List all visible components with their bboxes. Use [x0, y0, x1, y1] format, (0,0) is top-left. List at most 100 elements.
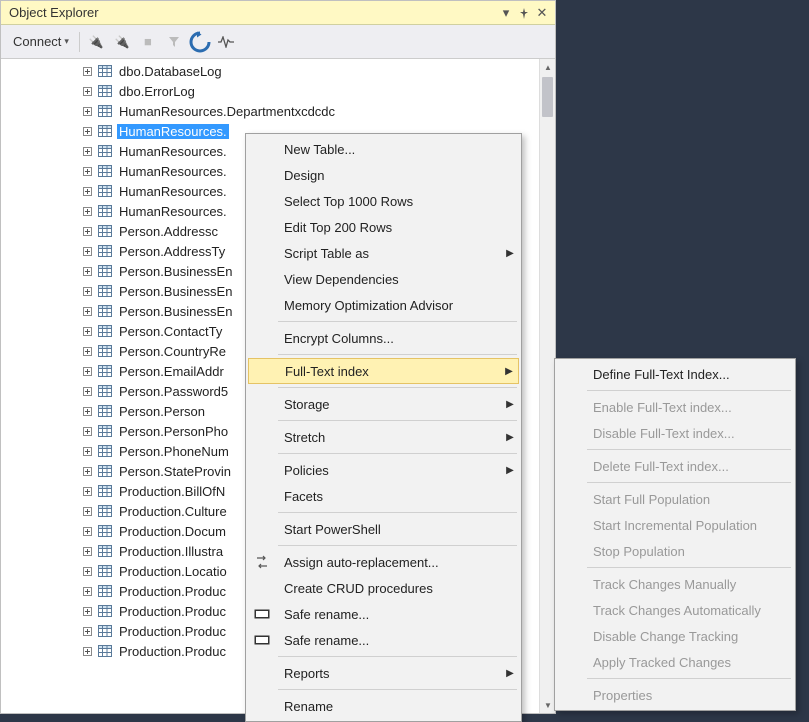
tree-item-label: HumanResources.Departmentxcdcdc: [117, 104, 337, 119]
expand-icon[interactable]: [81, 85, 93, 97]
menu-item-icon: [557, 538, 585, 564]
context-menu-item[interactable]: Policies▶: [248, 457, 519, 483]
expand-icon[interactable]: [81, 465, 93, 477]
context-menu-item[interactable]: Facets: [248, 483, 519, 509]
expand-icon[interactable]: [81, 65, 93, 77]
context-menu-item[interactable]: Storage▶: [248, 391, 519, 417]
expand-icon[interactable]: [81, 205, 93, 217]
expand-icon[interactable]: [81, 585, 93, 597]
context-menu-item[interactable]: Edit Top 200 Rows: [248, 214, 519, 240]
tree-item-label: HumanResources.: [117, 144, 229, 159]
context-menu-item[interactable]: Reports▶: [248, 660, 519, 686]
expand-icon[interactable]: [81, 425, 93, 437]
expand-icon[interactable]: [81, 305, 93, 317]
menu-item-label: Rename: [276, 699, 501, 714]
expand-icon[interactable]: [81, 285, 93, 297]
menu-separator: [278, 321, 517, 322]
context-menu-item[interactable]: Full-Text index▶: [248, 358, 519, 384]
menu-item-icon: [248, 516, 276, 542]
menu-item-icon: [557, 682, 585, 708]
expand-icon[interactable]: [81, 505, 93, 517]
context-menu-item[interactable]: Memory Optimization Advisor: [248, 292, 519, 318]
connect-object-icon[interactable]: 🔌: [84, 30, 108, 54]
expand-icon[interactable]: [81, 105, 93, 117]
context-menu-item[interactable]: Select Top 1000 Rows: [248, 188, 519, 214]
menu-separator: [278, 656, 517, 657]
expand-icon[interactable]: [81, 265, 93, 277]
menu-item-label: Start Incremental Population: [585, 518, 775, 533]
expand-icon[interactable]: [81, 525, 93, 537]
context-menu-fulltext[interactable]: Define Full-Text Index...Enable Full-Tex…: [554, 358, 796, 711]
menu-item-icon: [557, 453, 585, 479]
fulltext-menu-item: Delete Full-Text index...: [557, 453, 793, 479]
expand-icon[interactable]: [81, 145, 93, 157]
tree-item-label: Person.PersonPho: [117, 424, 230, 439]
fulltext-menu-item: Apply Tracked Changes: [557, 649, 793, 675]
window-position-icon[interactable]: ▾: [497, 4, 515, 22]
context-menu-item[interactable]: Safe rename...: [248, 627, 519, 653]
menu-item-icon: [557, 486, 585, 512]
table-icon: [97, 603, 113, 619]
expand-icon[interactable]: [81, 365, 93, 377]
table-icon: [97, 523, 113, 539]
scroll-down-icon[interactable]: ▼: [540, 697, 555, 713]
expand-icon[interactable]: [81, 245, 93, 257]
menu-item-icon: [557, 420, 585, 446]
context-menu-item[interactable]: Stretch▶: [248, 424, 519, 450]
tree-item[interactable]: HumanResources.Departmentxcdcdc: [1, 101, 539, 121]
table-icon: [97, 483, 113, 499]
expand-icon[interactable]: [81, 445, 93, 457]
menu-item-icon: [248, 240, 276, 266]
context-menu-item[interactable]: Encrypt Columns...: [248, 325, 519, 351]
expand-icon[interactable]: [81, 385, 93, 397]
expand-icon[interactable]: [81, 405, 93, 417]
expand-icon[interactable]: [81, 125, 93, 137]
fulltext-menu-item[interactable]: Define Full-Text Index...: [557, 361, 793, 387]
menu-item-icon: [557, 597, 585, 623]
expand-icon[interactable]: [81, 485, 93, 497]
tree-item[interactable]: dbo.ErrorLog: [1, 81, 539, 101]
context-menu-main[interactable]: New Table...DesignSelect Top 1000 RowsEd…: [245, 133, 522, 722]
expand-icon[interactable]: [81, 325, 93, 337]
tree-item[interactable]: dbo.DatabaseLog: [1, 61, 539, 81]
context-menu-item[interactable]: Safe rename...: [248, 601, 519, 627]
scroll-thumb[interactable]: [542, 77, 553, 117]
activity-icon[interactable]: [214, 30, 238, 54]
context-menu-item[interactable]: Create CRUD procedures: [248, 575, 519, 601]
pin-icon[interactable]: [515, 4, 533, 22]
refresh-icon[interactable]: [188, 30, 212, 54]
tree-item-label: HumanResources.: [117, 204, 229, 219]
context-menu-item[interactable]: New Table...: [248, 136, 519, 162]
expand-icon[interactable]: [81, 225, 93, 237]
stop-icon: ■: [136, 30, 160, 54]
expand-icon[interactable]: [81, 565, 93, 577]
scrollbar[interactable]: ▲ ▼: [539, 59, 555, 713]
context-menu-item[interactable]: Design: [248, 162, 519, 188]
expand-icon[interactable]: [81, 645, 93, 657]
expand-icon[interactable]: [81, 345, 93, 357]
menu-item-label: Start Full Population: [585, 492, 775, 507]
context-menu-item[interactable]: Rename: [248, 693, 519, 719]
menu-item-label: Assign auto-replacement...: [276, 555, 501, 570]
submenu-arrow-icon: ▶: [501, 465, 519, 476]
expand-icon[interactable]: [81, 545, 93, 557]
close-icon[interactable]: ✕: [533, 4, 551, 22]
context-menu-item[interactable]: Start PowerShell: [248, 516, 519, 542]
menu-item-label: Apply Tracked Changes: [585, 655, 775, 670]
context-menu-item[interactable]: View Dependencies: [248, 266, 519, 292]
expand-icon[interactable]: [81, 605, 93, 617]
table-icon: [97, 423, 113, 439]
expand-icon[interactable]: [81, 185, 93, 197]
menu-item-icon: [557, 512, 585, 538]
connect-button[interactable]: Connect: [7, 32, 75, 51]
expand-icon[interactable]: [81, 165, 93, 177]
context-menu-item[interactable]: Script Table as▶: [248, 240, 519, 266]
context-menu-item[interactable]: Assign auto-replacement...: [248, 549, 519, 575]
menu-item-label: Policies: [276, 463, 501, 478]
disconnect-icon[interactable]: 🔌: [110, 30, 134, 54]
scroll-up-icon[interactable]: ▲: [540, 59, 555, 75]
menu-item-icon: [249, 359, 277, 383]
expand-icon[interactable]: [81, 625, 93, 637]
table-icon: [97, 83, 113, 99]
tree-item-label: Production.Produc: [117, 584, 228, 599]
